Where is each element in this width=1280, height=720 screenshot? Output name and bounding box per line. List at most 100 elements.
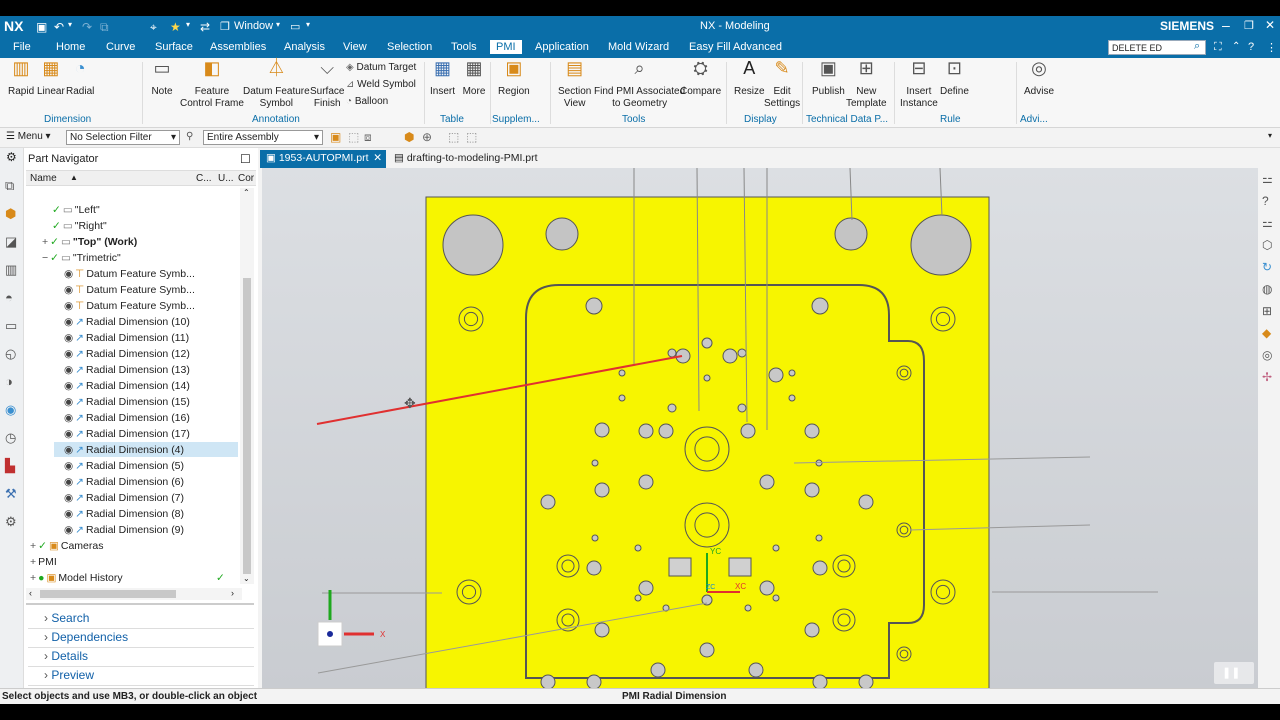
hole[interactable] (594, 422, 610, 438)
hscrollbar-thumb[interactable] (40, 590, 176, 598)
hole[interactable] (667, 348, 677, 358)
tab-1953-autopmi[interactable]: ▣ 1953-AUTOPMI.prt ✕ (260, 150, 386, 168)
hole[interactable] (812, 674, 828, 688)
section-search[interactable]: › Search (44, 611, 89, 625)
hole[interactable] (540, 494, 556, 510)
hole[interactable] (896, 522, 912, 538)
hole[interactable] (638, 580, 654, 596)
component-icon[interactable]: ⬢ (404, 130, 414, 144)
visibility-eye-icon[interactable]: ◉ (64, 444, 73, 456)
playback-control[interactable]: ❚❚ (1214, 662, 1254, 684)
hole[interactable] (759, 580, 775, 596)
hole[interactable] (744, 604, 752, 612)
hole[interactable] (759, 474, 775, 490)
hole[interactable] (737, 403, 747, 413)
star-icon[interactable]: ★ (170, 20, 181, 34)
visibility-eye-icon[interactable]: ◉ (64, 380, 73, 392)
scroll-left-icon[interactable]: ‹ (29, 588, 32, 598)
ribbon-group-label[interactable]: Supplem... (492, 114, 540, 125)
menu-curve[interactable]: Curve (104, 41, 137, 53)
insert-button[interactable]: ▦ Insert (430, 59, 455, 98)
visibility-eye-icon[interactable]: ◉ (64, 364, 73, 376)
menu-easy-fill-advanced[interactable]: Easy Fill Advanced (687, 41, 784, 53)
hole[interactable] (772, 594, 780, 602)
hole[interactable] (699, 642, 715, 658)
selection-filter-dropdown[interactable]: No Selection Filter ▾ (66, 130, 180, 145)
column-comment[interactable]: Cor (238, 173, 254, 184)
tree-pmi-item[interactable]: ◉ ⊤ Datum Feature Symb... (64, 268, 195, 280)
hole[interactable] (748, 662, 764, 678)
hole[interactable] (910, 214, 972, 276)
hole[interactable] (804, 423, 820, 439)
filter-icon[interactable]: ⚲ (186, 131, 193, 142)
hole[interactable] (772, 544, 780, 552)
tree-pmi-item[interactable]: ◉ ⊤ Datum Feature Symb... (64, 284, 195, 296)
model-canvas[interactable]: YC XC ZC X ✥ (262, 168, 1258, 688)
hole[interactable] (811, 297, 829, 315)
tree-pmi-item[interactable]: ◉ ↗ Radial Dimension (8) (64, 508, 184, 520)
pause-icon[interactable]: ❚❚ (1222, 666, 1240, 679)
tree-scrollbar[interactable]: ⌃ ⌄ (240, 188, 254, 584)
hole[interactable] (634, 544, 642, 552)
assembly-navigator-icon[interactable]: ⧉ (5, 178, 14, 194)
tree-pmi-item[interactable]: ◉ ↗ Radial Dimension (5) (64, 460, 184, 472)
hole[interactable] (638, 423, 654, 439)
ribbon-group-label[interactable]: Advi... (1020, 114, 1048, 125)
visibility-eye-icon[interactable]: ◉ (64, 428, 73, 440)
region-button[interactable]: ▣ Region (498, 59, 530, 98)
hole[interactable] (858, 494, 874, 510)
tree-view-item[interactable]: − ✓ ▭ "Trimetric" (42, 252, 121, 264)
column-uptodate[interactable]: U... (218, 173, 234, 184)
expand-icon[interactable]: − (42, 252, 48, 264)
graphics-window[interactable]: YC XC ZC X ✥ ❚❚ (262, 168, 1258, 688)
fullscreen-icon[interactable]: ⛶ (1212, 41, 1224, 54)
window-menu-icon[interactable]: ❐ (220, 20, 230, 33)
sort-ascending-icon[interactable]: ▲ (70, 173, 78, 182)
visibility-eye-icon[interactable]: ◉ (64, 508, 73, 520)
tree-cameras-node[interactable]: + ✓ ▣ Cameras (30, 540, 103, 552)
more-icon[interactable]: ⋮ (1264, 41, 1279, 54)
visibility-eye-icon[interactable]: ◉ (64, 492, 73, 504)
hole[interactable] (740, 423, 756, 439)
publish-button[interactable]: ▣ Publish (812, 59, 845, 98)
expand-icon[interactable]: + (42, 236, 48, 248)
tree-pmi-item[interactable]: ◉ ↗ Radial Dimension (12) (64, 348, 190, 360)
hole[interactable] (768, 367, 784, 383)
ejector-slot[interactable] (668, 557, 692, 577)
hole[interactable] (591, 534, 599, 542)
reuse-library-icon[interactable]: ▥ (5, 262, 17, 278)
tools-icon[interactable]: ⚙ (5, 514, 17, 530)
datum-target-button[interactable]: ◈ Datum Target (346, 62, 416, 73)
hide-icon[interactable]: ◎ (1262, 348, 1272, 362)
render-style-icon[interactable]: ◍ (1262, 282, 1272, 296)
ribbon-group-label[interactable]: Display (744, 114, 777, 125)
menu-file[interactable]: File (11, 41, 33, 53)
search-icon[interactable]: ⌕ (1192, 40, 1202, 53)
hole[interactable] (930, 306, 956, 332)
hole[interactable] (667, 403, 677, 413)
hole[interactable] (618, 394, 626, 402)
material-icon[interactable]: ◆ (1262, 326, 1271, 340)
hole[interactable] (586, 674, 602, 688)
mold-tool-icon[interactable]: ⚒ (5, 486, 17, 502)
hierarchy-icon[interactable]: ⊞ (1262, 304, 1272, 318)
tab-close-icon[interactable]: ✕ (373, 152, 382, 164)
hole[interactable] (896, 365, 912, 381)
visibility-eye-icon[interactable]: ◉ (64, 476, 73, 488)
layer-icon[interactable]: ⚍ (1262, 216, 1273, 230)
compare-button[interactable]: ⛭ Compare (680, 59, 721, 98)
section-details[interactable]: › Details (44, 649, 88, 663)
save-icon[interactable]: ▣ (36, 20, 47, 34)
maximize-panel-icon[interactable]: ☐ (240, 152, 251, 166)
hole[interactable] (650, 662, 666, 678)
visibility-eye-icon[interactable]: ◉ (64, 268, 73, 280)
hole[interactable] (812, 560, 828, 576)
hole[interactable] (804, 622, 820, 638)
menu-analysis[interactable]: Analysis (282, 41, 327, 53)
hole[interactable] (456, 579, 482, 605)
tree-pmi-item[interactable]: ◉ ↗ Radial Dimension (6) (64, 476, 184, 488)
tree-pmi-item[interactable]: ◉ ↗ Radial Dimension (9) (64, 524, 184, 536)
hole[interactable] (684, 426, 730, 472)
hole[interactable] (545, 217, 579, 251)
edit-settings-button[interactable]: ✎ Edit Settings (764, 59, 800, 110)
